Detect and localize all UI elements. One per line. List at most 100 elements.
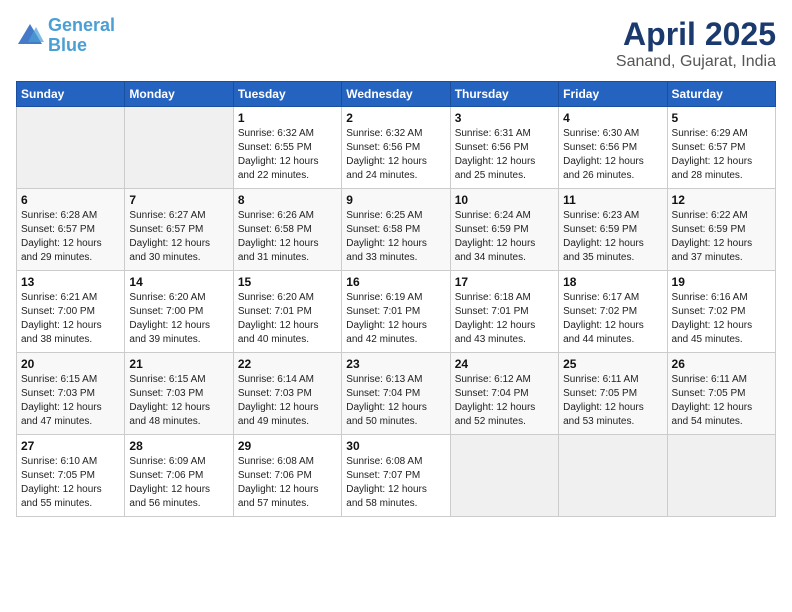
cell-detail: Sunrise: 6:23 AMSunset: 6:59 PMDaylight:… — [563, 209, 662, 265]
cell-day-number: 15 — [238, 275, 337, 289]
calendar-cell: 15Sunrise: 6:20 AMSunset: 7:01 PMDayligh… — [233, 271, 341, 353]
calendar-cell: 6 Sunrise: 6:28 AMSunset: 6:57 PMDaylight… — [17, 189, 125, 271]
calendar-cell: 3 Sunrise: 6:31 AMSunset: 6:56 PMDaylight… — [450, 107, 558, 189]
weekday-header: Wednesday — [342, 82, 450, 107]
cell-detail: Sunrise: 6:25 AMSunset: 6:58 PMDaylight:… — [346, 209, 445, 265]
calendar-cell: 28 Sunrise: 6:09 AMSunset: 7:06 PMDayligh… — [125, 435, 233, 517]
weekday-header: Sunday — [17, 82, 125, 107]
cell-day-number: 30 — [346, 439, 445, 453]
cell-day-number: 2 — [346, 111, 445, 125]
cell-day-number: 3 — [455, 111, 554, 125]
cell-detail: Sunrise: 6:09 AMSunset: 7:06 PMDaylight:… — [129, 455, 228, 511]
calendar-cell: 23Sunrise: 6:13 AMSunset: 7:04 PMDayligh… — [342, 353, 450, 435]
calendar-cell: 8 Sunrise: 6:26 AMSunset: 6:58 PMDaylight… — [233, 189, 341, 271]
cell-detail: Sunrise: 6:20 AMSunset: 7:00 PMDaylight:… — [129, 291, 228, 347]
cell-detail: Sunrise: 6:27 AMSunset: 6:57 PMDaylight:… — [129, 209, 228, 265]
calendar-cell: 2 Sunrise: 6:32 AMSunset: 6:56 PMDaylight… — [342, 107, 450, 189]
calendar-cell: 20 Sunrise: 6:15 AMSunset: 7:03 PMDayligh… — [17, 353, 125, 435]
cell-detail: Sunrise: 6:08 AMSunset: 7:07 PMDaylight:… — [346, 455, 445, 511]
calendar-cell: 27 Sunrise: 6:10 AMSunset: 7:05 PMDayligh… — [17, 435, 125, 517]
calendar-cell: 22 Sunrise: 6:14 AMSunset: 7:03 PMDayligh… — [233, 353, 341, 435]
cell-detail: Sunrise: 6:19 AMSunset: 7:01 PMDaylight:… — [346, 291, 445, 347]
cell-detail: Sunrise: 6:22 AMSunset: 6:59 PMDaylight:… — [672, 209, 771, 265]
calendar-cell — [559, 435, 667, 517]
calendar-cell: 10 Sunrise: 6:24 AMSunset: 6:59 PMDayligh… — [450, 189, 558, 271]
cell-detail: Sunrise: 6:18 AMSunset: 7:01 PMDaylight:… — [455, 291, 554, 347]
cell-day-number: 23 — [346, 357, 445, 371]
cell-day-number: 28 — [129, 439, 228, 453]
cell-day-number: 25 — [563, 357, 662, 371]
cell-detail: Sunrise: 6:28 AMSunset: 6:57 PMDaylight:… — [21, 209, 120, 265]
cell-day-number: 18 — [563, 275, 662, 289]
cell-detail: Sunrise: 6:21 AMSunset: 7:00 PMDaylight:… — [21, 291, 120, 347]
cell-day-number: 27 — [21, 439, 120, 453]
cell-detail: Sunrise: 6:30 AMSunset: 6:56 PMDaylight:… — [563, 127, 662, 183]
calendar-cell: 30 Sunrise: 6:08 AMSunset: 7:07 PMDayligh… — [342, 435, 450, 517]
cell-detail: Sunrise: 6:12 AMSunset: 7:04 PMDaylight:… — [455, 373, 554, 429]
calendar-cell: 26 Sunrise: 6:11 AMSunset: 7:05 PMDayligh… — [667, 353, 775, 435]
calendar-cell: 7Sunrise: 6:27 AMSunset: 6:57 PMDaylight… — [125, 189, 233, 271]
cell-day-number: 17 — [455, 275, 554, 289]
cell-detail: Sunrise: 6:24 AMSunset: 6:59 PMDaylight:… — [455, 209, 554, 265]
cell-detail: Sunrise: 6:32 AMSunset: 6:56 PMDaylight:… — [346, 127, 445, 183]
calendar-week-row: 13 Sunrise: 6:21 AMSunset: 7:00 PMDayligh… — [17, 271, 776, 353]
cell-day-number: 16 — [346, 275, 445, 289]
cell-day-number: 13 — [21, 275, 120, 289]
calendar-week-row: 1 Sunrise: 6:32 AMSunset: 6:55 PMDaylight… — [17, 107, 776, 189]
weekday-header: Saturday — [667, 82, 775, 107]
cell-day-number: 9 — [346, 193, 445, 207]
calendar-week-row: 27 Sunrise: 6:10 AMSunset: 7:05 PMDayligh… — [17, 435, 776, 517]
cell-detail: Sunrise: 6:32 AMSunset: 6:55 PMDaylight:… — [238, 127, 337, 183]
calendar-cell: 18 Sunrise: 6:17 AMSunset: 7:02 PMDayligh… — [559, 271, 667, 353]
calendar-header: SundayMondayTuesdayWednesdayThursdayFrid… — [17, 82, 776, 107]
cell-day-number: 20 — [21, 357, 120, 371]
cell-detail: Sunrise: 6:10 AMSunset: 7:05 PMDaylight:… — [21, 455, 120, 511]
cell-detail: Sunrise: 6:14 AMSunset: 7:03 PMDaylight:… — [238, 373, 337, 429]
weekday-header: Thursday — [450, 82, 558, 107]
calendar-week-row: 20 Sunrise: 6:15 AMSunset: 7:03 PMDayligh… — [17, 353, 776, 435]
calendar-cell — [667, 435, 775, 517]
cell-day-number: 10 — [455, 193, 554, 207]
calendar-cell: 9 Sunrise: 6:25 AMSunset: 6:58 PMDaylight… — [342, 189, 450, 271]
cell-detail: Sunrise: 6:11 AMSunset: 7:05 PMDaylight:… — [672, 373, 771, 429]
calendar-cell: 4 Sunrise: 6:30 AMSunset: 6:56 PMDaylight… — [559, 107, 667, 189]
logo-line1: General — [48, 15, 115, 35]
cell-day-number: 4 — [563, 111, 662, 125]
calendar-cell: 12 Sunrise: 6:22 AMSunset: 6:59 PMDayligh… — [667, 189, 775, 271]
logo-line2: Blue — [48, 35, 87, 55]
calendar-cell — [450, 435, 558, 517]
cell-detail: Sunrise: 6:17 AMSunset: 7:02 PMDaylight:… — [563, 291, 662, 347]
calendar-cell: 1 Sunrise: 6:32 AMSunset: 6:55 PMDaylight… — [233, 107, 341, 189]
page-header: General Blue April 2025 Sanand, Gujarat,… — [16, 16, 776, 71]
calendar-cell: 29Sunrise: 6:08 AMSunset: 7:06 PMDayligh… — [233, 435, 341, 517]
cell-detail: Sunrise: 6:16 AMSunset: 7:02 PMDaylight:… — [672, 291, 771, 347]
calendar-subtitle: Sanand, Gujarat, India — [616, 53, 776, 71]
cell-day-number: 1 — [238, 111, 337, 125]
calendar-table: SundayMondayTuesdayWednesdayThursdayFrid… — [16, 81, 776, 517]
calendar-cell: 5 Sunrise: 6:29 AMSunset: 6:57 PMDaylight… — [667, 107, 775, 189]
cell-day-number: 5 — [672, 111, 771, 125]
calendar-cell: 14Sunrise: 6:20 AMSunset: 7:00 PMDayligh… — [125, 271, 233, 353]
cell-day-number: 22 — [238, 357, 337, 371]
calendar-week-row: 6 Sunrise: 6:28 AMSunset: 6:57 PMDaylight… — [17, 189, 776, 271]
cell-detail: Sunrise: 6:15 AMSunset: 7:03 PMDaylight:… — [21, 373, 120, 429]
cell-day-number: 8 — [238, 193, 337, 207]
logo-icon — [16, 22, 44, 50]
calendar-cell — [17, 107, 125, 189]
cell-day-number: 26 — [672, 357, 771, 371]
calendar-cell: 13 Sunrise: 6:21 AMSunset: 7:00 PMDayligh… — [17, 271, 125, 353]
cell-detail: Sunrise: 6:29 AMSunset: 6:57 PMDaylight:… — [672, 127, 771, 183]
logo: General Blue — [16, 16, 115, 56]
cell-detail: Sunrise: 6:31 AMSunset: 6:56 PMDaylight:… — [455, 127, 554, 183]
cell-day-number: 24 — [455, 357, 554, 371]
cell-day-number: 12 — [672, 193, 771, 207]
calendar-body: 1 Sunrise: 6:32 AMSunset: 6:55 PMDaylight… — [17, 107, 776, 517]
calendar-cell — [125, 107, 233, 189]
cell-detail: Sunrise: 6:15 AMSunset: 7:03 PMDaylight:… — [129, 373, 228, 429]
calendar-cell: 24 Sunrise: 6:12 AMSunset: 7:04 PMDayligh… — [450, 353, 558, 435]
calendar-cell: 19Sunrise: 6:16 AMSunset: 7:02 PMDayligh… — [667, 271, 775, 353]
cell-day-number: 6 — [21, 193, 120, 207]
cell-detail: Sunrise: 6:26 AMSunset: 6:58 PMDaylight:… — [238, 209, 337, 265]
calendar-cell: 16 Sunrise: 6:19 AMSunset: 7:01 PMDayligh… — [342, 271, 450, 353]
calendar-cell: 21Sunrise: 6:15 AMSunset: 7:03 PMDayligh… — [125, 353, 233, 435]
